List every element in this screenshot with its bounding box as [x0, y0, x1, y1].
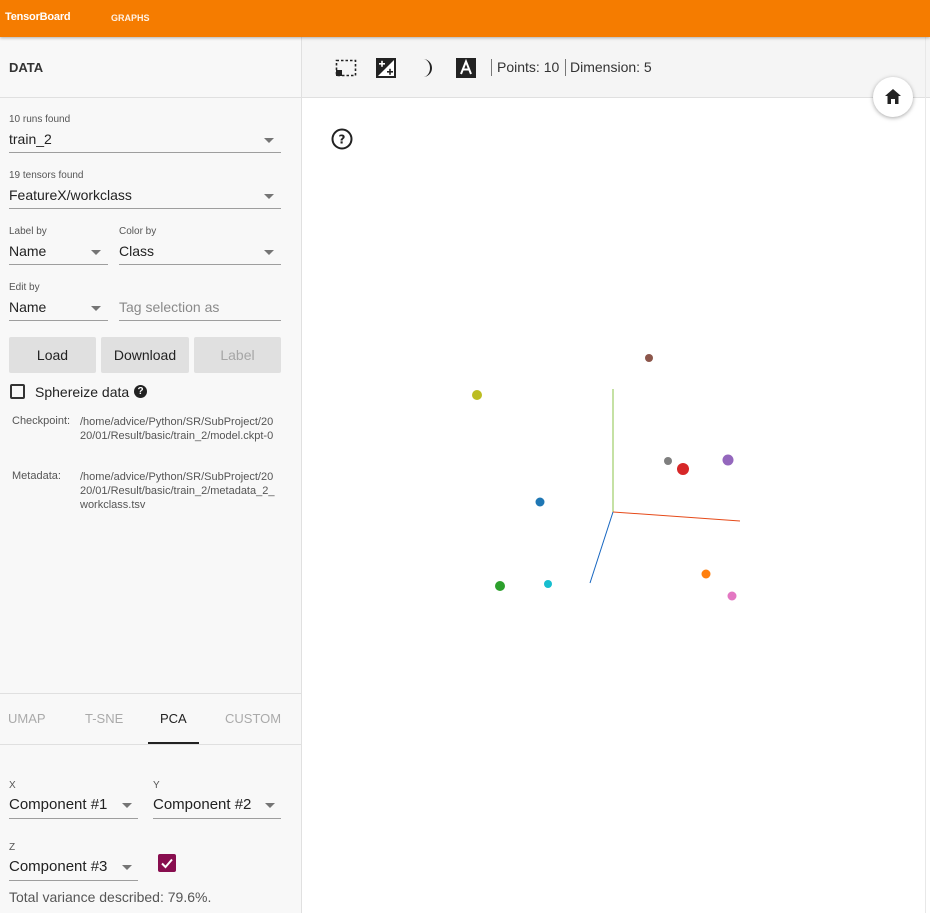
divider [0, 744, 301, 745]
tab-umap[interactable]: UMAP [8, 711, 46, 726]
color-by-select[interactable]: Color by Class [119, 226, 281, 265]
help-icon[interactable]: ? [134, 385, 147, 398]
chevron-down-icon [265, 803, 275, 808]
data-point[interactable] [495, 581, 505, 591]
data-point[interactable] [645, 354, 653, 362]
tab-tsne[interactable]: T-SNE [85, 711, 123, 726]
edit-by-select[interactable]: Edit by Name [9, 282, 108, 321]
tensors-count-label: 19 tensors found [9, 170, 84, 181]
chevron-down-icon [264, 250, 274, 255]
divider [0, 97, 301, 98]
data-point[interactable] [677, 463, 689, 475]
chevron-down-icon [264, 194, 274, 199]
runs-select-value: train_2 [9, 131, 52, 147]
label-by-value: Name [9, 243, 47, 259]
checkpoint-path: /home/advice/Python/SR/SubProject/2020/0… [80, 416, 274, 442]
pca-y-select[interactable]: Y Component #2 [153, 780, 281, 819]
sphereize-label: Sphereize data [35, 384, 130, 400]
load-button[interactable]: Load [9, 337, 96, 373]
nav-graphs-tab[interactable]: GRAPHS [111, 13, 150, 23]
axis-z [589, 511, 614, 584]
data-point[interactable] [727, 591, 737, 601]
axis-x [612, 511, 741, 522]
tab-pca[interactable]: PCA [160, 711, 187, 726]
chevron-down-icon [91, 306, 101, 311]
runs-select[interactable]: 10 runs found train_2 [9, 114, 281, 153]
z-enabled-checkbox[interactable] [158, 854, 176, 872]
metadata-path: /home/advice/Python/SR/SubProject/2020/0… [80, 471, 275, 511]
pca-z-value: Component #3 [9, 858, 108, 875]
chevron-down-icon [122, 803, 132, 808]
chevron-down-icon [122, 865, 132, 870]
pca-x-value: Component #1 [9, 796, 108, 813]
data-panel: DATA 10 runs found train_2 19 tensors fo… [0, 37, 302, 913]
home-icon [885, 89, 901, 104]
data-panel-title: DATA [9, 60, 44, 75]
data-point[interactable] [472, 390, 482, 400]
scatter-plot-3d[interactable] [302, 37, 930, 913]
tag-selection-input[interactable]: Tag selection as [119, 282, 281, 321]
divider [0, 693, 301, 694]
pca-z-select[interactable]: Z Component #3 [9, 842, 138, 881]
download-button[interactable]: Download [101, 337, 189, 373]
tensors-select[interactable]: 19 tensors found FeatureX/workclass [9, 170, 281, 209]
app-title[interactable]: TensorBoard [5, 11, 71, 23]
data-point[interactable] [544, 580, 552, 588]
projector-view: Points: 10 Dimension: 5 ? [302, 37, 930, 913]
data-point[interactable] [701, 569, 711, 579]
variance-text: Total variance described: 79.6%. [9, 889, 212, 905]
chevron-down-icon [91, 250, 101, 255]
color-by-label: Color by [119, 226, 157, 237]
pca-x-label: X [9, 780, 16, 791]
edit-by-value: Name [9, 299, 47, 315]
pca-x-select[interactable]: X Component #1 [9, 780, 138, 819]
top-bar: TensorBoard GRAPHS [0, 0, 930, 37]
color-by-value: Class [119, 243, 155, 259]
label-button[interactable]: Label [194, 337, 281, 373]
label-by-select[interactable]: Label by Name [9, 226, 108, 265]
data-point[interactable] [535, 497, 545, 507]
data-points [472, 354, 737, 601]
checkpoint-label: Checkpoint: [12, 415, 71, 427]
edit-by-label: Edit by [9, 282, 40, 293]
pca-y-value: Component #2 [153, 796, 252, 813]
checkmark-icon [161, 858, 173, 869]
tag-selection-placeholder: Tag selection as [119, 299, 220, 315]
pca-y-label: Y [153, 780, 160, 791]
data-point[interactable] [664, 457, 672, 465]
runs-count-label: 10 runs found [9, 114, 71, 125]
home-button[interactable] [873, 77, 913, 117]
pca-z-label: Z [9, 842, 16, 853]
metadata-label: Metadata: [12, 470, 61, 482]
chevron-down-icon [264, 138, 274, 143]
label-by-label: Label by [9, 226, 47, 237]
tensors-select-value: FeatureX/workclass [9, 187, 132, 203]
tab-custom[interactable]: CUSTOM [225, 711, 281, 726]
data-point[interactable] [722, 454, 734, 466]
sphereize-checkbox[interactable] [10, 384, 25, 399]
